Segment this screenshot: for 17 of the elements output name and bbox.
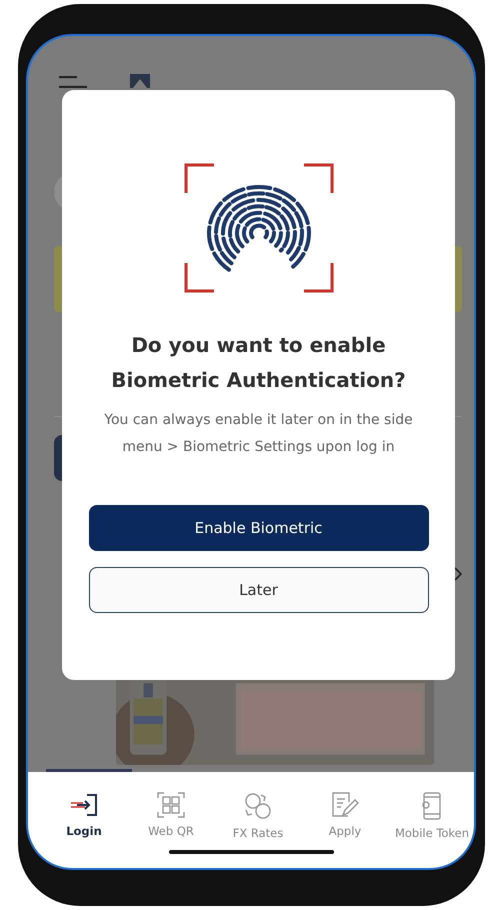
dialog-message: You can always enable it later on in the side menu > Biometric Settings upon log in <box>103 411 414 457</box>
dialog-title: Do you want to enable Biometric Authentication? <box>110 332 407 394</box>
currency-exchange-icon <box>243 792 273 820</box>
login-icon <box>69 792 99 818</box>
qr-code-icon <box>157 792 185 818</box>
enable-button[interactable]: Enable Biometric <box>88 505 428 551</box>
nav-tab[interactable]: Apply <box>307 792 383 840</box>
nav-tab[interactable]: Login <box>46 792 122 840</box>
nav-tab[interactable]: Mobile Token <box>394 792 470 840</box>
chevron-icon <box>454 567 462 581</box>
later-button[interactable]: Later <box>88 567 428 613</box>
logo-icon <box>130 74 150 88</box>
nav-tab[interactable]: Web QR <box>133 792 209 840</box>
form-edit-icon <box>331 792 359 818</box>
nav-tab[interactable]: FX Rates <box>220 792 296 840</box>
fingerprint-icon <box>184 163 334 293</box>
menu-icon <box>59 76 87 88</box>
